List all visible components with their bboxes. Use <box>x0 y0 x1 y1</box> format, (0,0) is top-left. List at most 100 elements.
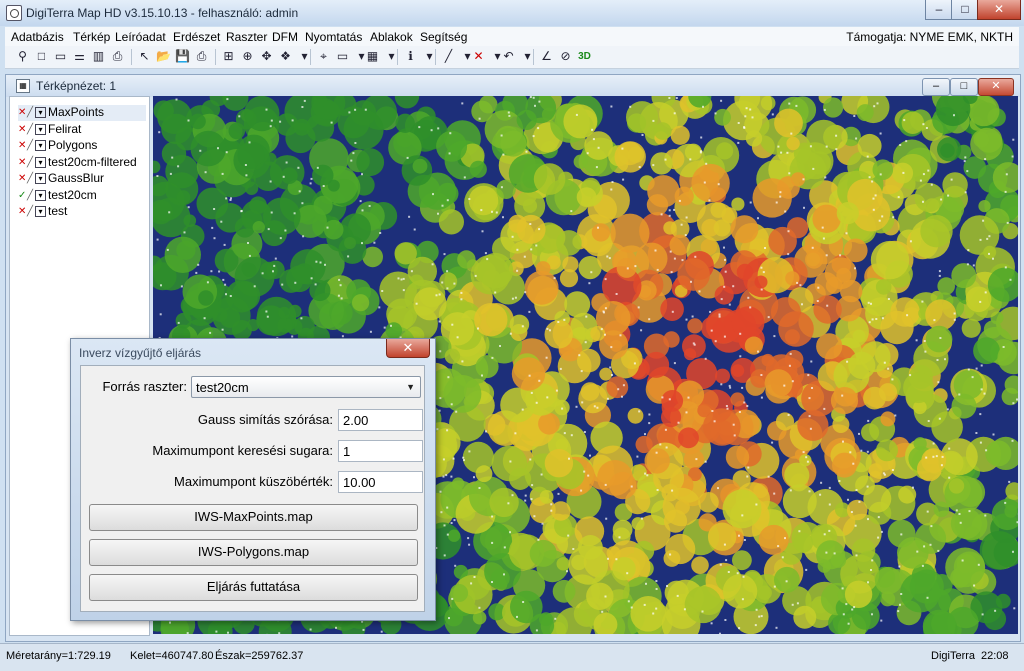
toolbar-separator <box>215 49 216 65</box>
layer-item[interactable]: ✕╱▾GaussBlur <box>18 171 104 187</box>
toolbar: ⚲□▭⚌▥⎙↖📂💾⎙⊞⊕✥❖▾⌖▭▾▦▾ℹ▾╱▾✕▾↶▾∠⊘3D <box>5 46 1019 69</box>
layer-hidden-checkbox[interactable]: ✕ <box>18 125 27 134</box>
brand-label: DigiTerra <box>931 650 975 662</box>
status-bar: Méretarány=1:729.19 Kelet=460747.80 Észa… <box>0 643 1024 671</box>
map-view-icon: ▦ <box>16 79 30 93</box>
map-view-title-bar: ▦ Térképnézet: 1 – □ ✕ <box>6 75 1020 97</box>
windows-icon[interactable]: ▭ <box>53 49 68 64</box>
edit-pencil-icon[interactable]: ╱ <box>27 140 35 151</box>
toolbar-separator <box>435 49 436 65</box>
preview-icon[interactable]: ⎙ <box>110 49 125 64</box>
support-label: Támogatja: NYME EMK, NKTH <box>846 30 1013 44</box>
layer-stack-icon[interactable]: ❖ <box>278 49 293 64</box>
threshold-input[interactable]: 10.00 <box>338 471 423 493</box>
layer-name: Polygons <box>48 138 97 152</box>
zoom-window-icon[interactable]: ⊞ <box>221 49 236 64</box>
toolbar-separator <box>310 49 311 65</box>
edit-pencil-icon[interactable]: ╱ <box>27 157 35 168</box>
menu-bar: Adatbázis Térkép Leíróadat Erdészet Rasz… <box>5 27 1019 46</box>
layer-name: GaussBlur <box>48 171 104 185</box>
pan-icon[interactable]: ✥ <box>259 49 274 64</box>
dialog-close-button[interactable]: ✕ <box>386 339 430 358</box>
radius-input[interactable]: 1 <box>338 440 423 462</box>
layer-type-icon: ▾ <box>35 173 46 184</box>
zoom-in-icon[interactable]: ⊕ <box>240 49 255 64</box>
menu-segitseg[interactable]: Segítség <box>420 30 467 44</box>
layer-type-icon: ▾ <box>35 124 46 135</box>
close-button[interactable]: ✕ <box>977 0 1021 20</box>
layer-item[interactable]: ✕╱▾Felirat <box>18 122 81 138</box>
edit-pencil-icon[interactable]: ╱ <box>27 124 35 135</box>
undo-icon[interactable]: ↶ <box>501 49 516 64</box>
menu-erdeszet[interactable]: Erdészet <box>173 30 220 44</box>
maxpoints-file-button[interactable]: IWS-MaxPoints.map <box>89 504 418 531</box>
menu-dfm[interactable]: DFM <box>272 30 298 44</box>
layer-item[interactable]: ✕╱▾MaxPoints <box>18 105 146 121</box>
edit-pencil-icon[interactable]: ╱ <box>27 173 35 184</box>
layer-hidden-checkbox[interactable]: ✕ <box>18 174 27 183</box>
layer-type-icon: ▾ <box>35 157 46 168</box>
gauss-label: Gauss simítás szórása: <box>89 412 333 427</box>
layer-hidden-checkbox[interactable]: ✕ <box>18 108 27 117</box>
info-icon[interactable]: ℹ <box>403 49 418 64</box>
layers-icon[interactable]: ⚌ <box>72 49 87 64</box>
minimize-button[interactable]: – <box>925 0 953 20</box>
layer-hidden-checkbox[interactable]: ✕ <box>18 141 27 150</box>
layer-hidden-checkbox[interactable]: ✕ <box>18 158 27 167</box>
layer-visible-checkbox[interactable]: ✓ <box>18 191 27 200</box>
layer-item[interactable]: ✓╱▾test20cm <box>18 188 97 204</box>
dialog-body: Forrás raszter: test20cm ▼ Gauss simítás… <box>80 365 425 612</box>
maximize-button[interactable]: □ <box>951 0 979 20</box>
3d-icon[interactable]: 3D <box>577 49 592 64</box>
line-icon[interactable]: ╱ <box>441 49 456 64</box>
menu-terkep[interactable]: Térkép <box>73 30 110 44</box>
radius-label: Maximumpont keresési sugara: <box>89 443 333 458</box>
app-icon[interactable] <box>6 5 22 21</box>
layer-type-icon: ▾ <box>35 107 46 118</box>
layer-name: test20cm <box>48 188 97 202</box>
layer-item[interactable]: ✕╱▾test <box>18 204 67 220</box>
gauss-input[interactable]: 2.00 <box>338 409 423 431</box>
measure-icon[interactable]: ⌖ <box>316 49 331 64</box>
edit-pencil-icon[interactable]: ╱ <box>27 107 35 118</box>
source-raster-select[interactable]: test20cm ▼ <box>191 376 421 398</box>
north-readout: Észak=259762.37 <box>215 650 303 662</box>
menu-adatbazis[interactable]: Adatbázis <box>11 30 64 44</box>
layer-name: Felirat <box>48 122 81 136</box>
cursor-icon[interactable]: ↖ <box>137 49 152 64</box>
app-window: DigiTerra Map HD v3.15.10.13 - felhaszná… <box>0 0 1024 670</box>
layer-item[interactable]: ✕╱▾test20cm-filtered <box>18 155 137 171</box>
delete-icon[interactable]: ✕ <box>471 49 486 64</box>
menu-ablakok[interactable]: Ablakok <box>370 30 413 44</box>
layer-name: test20cm-filtered <box>48 155 137 169</box>
save-icon[interactable]: 💾 <box>175 49 190 64</box>
new-icon[interactable]: □ <box>34 49 49 64</box>
toolbar-separator <box>533 49 534 65</box>
open-icon[interactable]: 📂 <box>156 49 171 64</box>
angle-icon[interactable]: ∠ <box>539 49 554 64</box>
layer-hidden-checkbox[interactable]: ✕ <box>18 207 27 216</box>
menu-raszter[interactable]: Raszter <box>226 30 267 44</box>
edit-pencil-icon[interactable]: ╱ <box>27 190 35 201</box>
map-view-close-button[interactable]: ✕ <box>978 78 1014 96</box>
map-view-restore-button[interactable]: □ <box>950 78 978 96</box>
polygons-file-button[interactable]: IWS-Polygons.map <box>89 539 418 566</box>
layer-name: MaxPoints <box>48 105 104 119</box>
print-icon[interactable]: ⎙ <box>194 49 209 64</box>
compass-icon[interactable]: ⊘ <box>558 49 573 64</box>
layer-item[interactable]: ✕╱▾Polygons <box>18 138 97 154</box>
run-process-button[interactable]: Eljárás futtatása <box>89 574 418 601</box>
binoculars-icon[interactable]: ⚲ <box>15 49 30 64</box>
menu-leiroadat[interactable]: Leíróadat <box>115 30 166 44</box>
table-icon[interactable]: ▦ <box>365 49 380 64</box>
title-bar: DigiTerra Map HD v3.15.10.13 - felhaszná… <box>0 0 1024 26</box>
map-view-minimize-button[interactable]: – <box>922 78 950 96</box>
iws-dialog: Inverz vízgyűjtő eljárás ✕ Forrás raszte… <box>70 338 436 621</box>
chevron-down-icon: ▼ <box>406 377 415 398</box>
scale-readout: Méretarány=1:729.19 <box>6 650 111 662</box>
layer-type-icon: ▾ <box>35 140 46 151</box>
menu-nyomtatas[interactable]: Nyomtatás <box>305 30 362 44</box>
edit-pencil-icon[interactable]: ╱ <box>27 206 35 217</box>
select-icon[interactable]: ▭ <box>335 49 350 64</box>
chart-icon[interactable]: ▥ <box>91 49 106 64</box>
